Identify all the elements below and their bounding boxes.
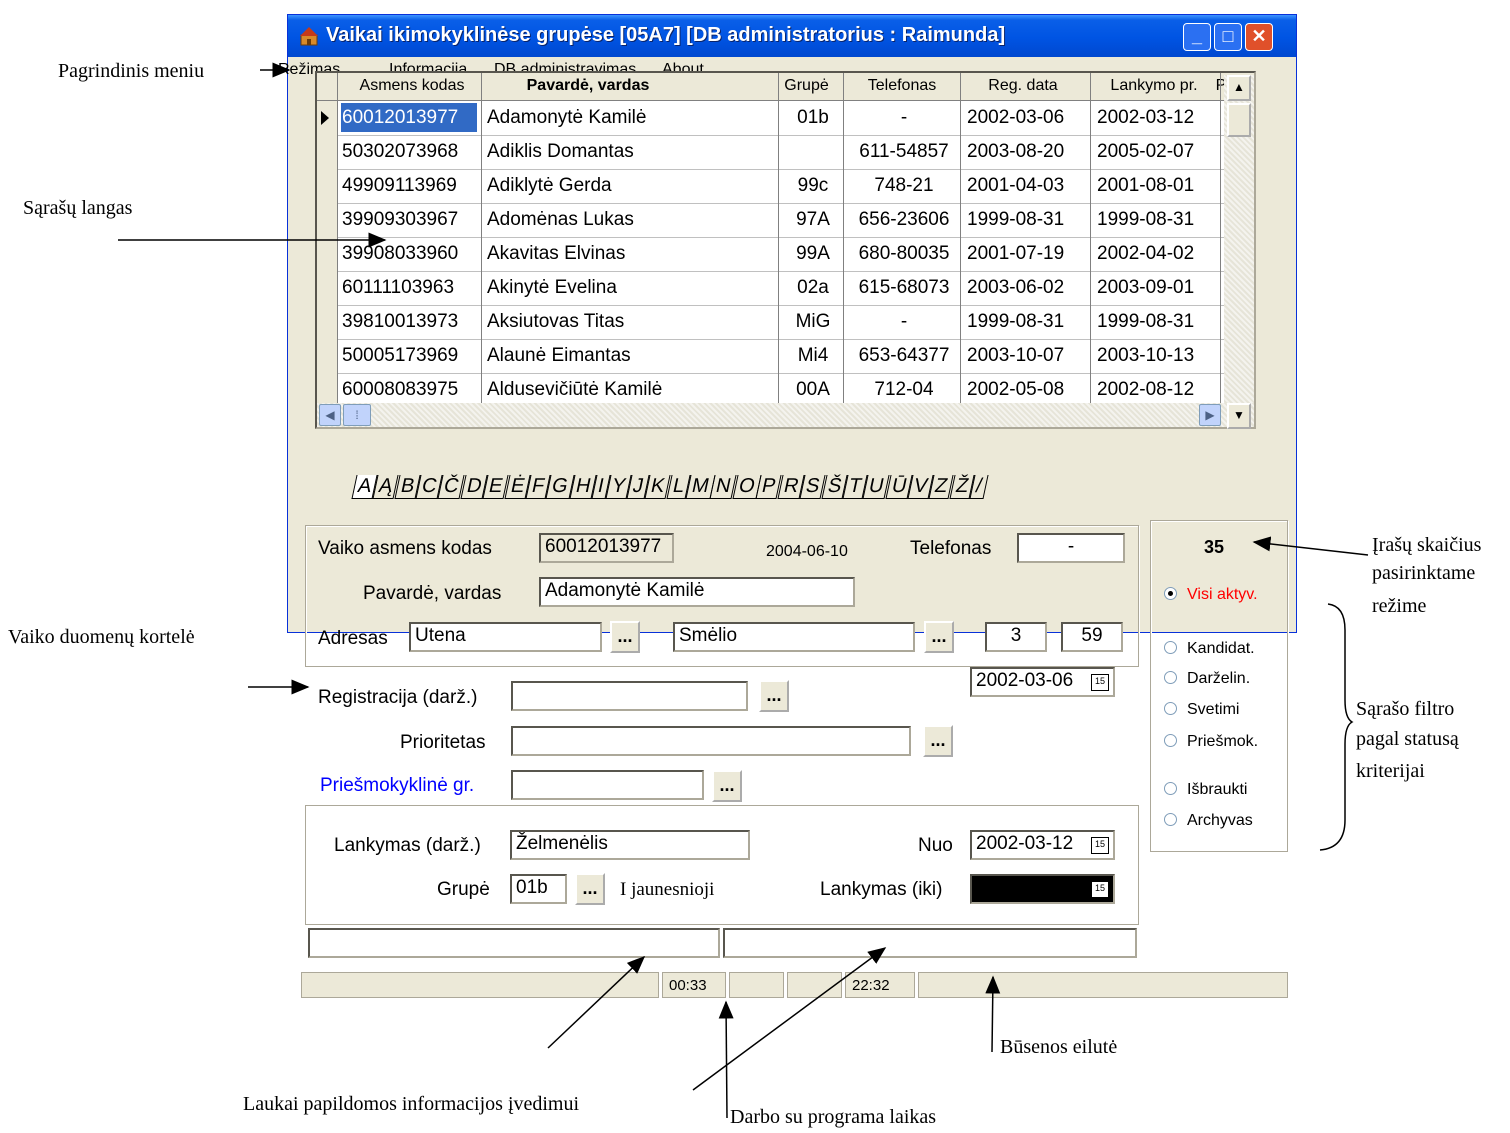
annotation-arrows — [118, 62, 1369, 1119]
arrow-work-time — [718, 1000, 734, 1119]
arrow-extra-field-2 — [692, 947, 887, 1091]
brace-filter — [1319, 603, 1354, 851]
arrow-status-line — [985, 975, 1001, 1053]
arrow-count — [1252, 536, 1369, 556]
arrow-extra-field-1 — [547, 955, 646, 1049]
